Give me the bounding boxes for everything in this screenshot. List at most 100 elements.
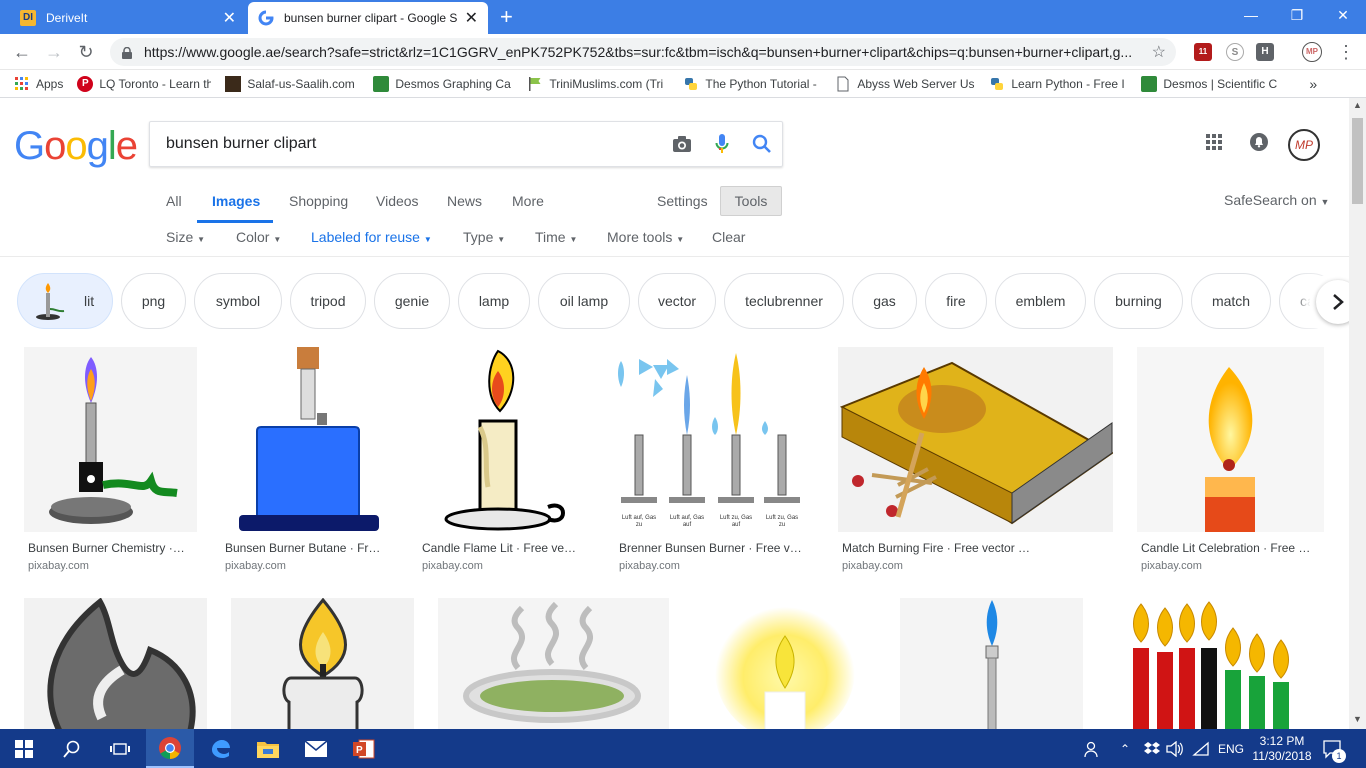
result-image[interactable] [1137,347,1324,532]
bookmark-desmos-graphing[interactable]: Desmos Graphing Ca [373,70,513,98]
scroll-up-icon[interactable]: ▲ [1352,100,1363,112]
chip-burning[interactable]: burning [1094,273,1183,329]
result-row2-glow-candle[interactable] [693,598,877,729]
file-explorer-icon[interactable] [244,729,292,768]
result-source[interactable]: pixabay.com [28,560,89,572]
bookmark-abyss[interactable]: Abyss Web Server Us [835,70,975,98]
address-bar[interactable]: https://www.google.ae/search?safe=strict… [110,38,1176,66]
scroll-down-icon[interactable]: ▼ [1352,714,1363,726]
result-caption[interactable]: Candle Flame Lit · Free ve… [422,541,590,555]
tab-deriveit[interactable]: DI DeriveIt ✕ [10,2,246,34]
result-caption[interactable]: Brenner Bunsen Burner · Free v… [619,541,813,555]
result-row2-cauldron[interactable] [438,598,670,729]
result-candle-lit[interactable]: Candle Lit Celebration · Free … pixabay.… [1137,347,1325,577]
close-tab-icon[interactable]: ✕ [223,8,236,28]
edge-taskbar-icon[interactable] [196,729,244,768]
bookmark-apps[interactable]: Apps [14,70,63,98]
bookmark-desmos-scientific[interactable]: Desmos | Scientific C [1141,70,1279,98]
result-source[interactable]: pixabay.com [422,560,483,572]
filter-size[interactable]: Size ▼ [166,229,205,245]
minimize-icon[interactable]: — [1228,4,1274,26]
camera-icon[interactable] [662,124,702,164]
forward-icon[interactable]: → [42,40,66,64]
result-bunsen-chemistry[interactable]: Bunsen Burner Chemistry ·… pixabay.com [24,347,198,577]
chip-symbol[interactable]: symbol [194,273,282,329]
chip-match[interactable]: match [1191,273,1271,329]
search-icon[interactable] [48,729,96,768]
dropbox-icon[interactable] [1144,729,1160,768]
chip-oil-lamp[interactable]: oil lamp [538,273,630,329]
show-hidden-icons-icon[interactable]: ⌃ [1120,729,1130,768]
result-caption[interactable]: Match Burning Fire · Free vector … [842,541,1112,555]
search-icon[interactable] [742,124,782,164]
chip-lamp[interactable]: lamp [458,273,530,329]
chip-tripod[interactable]: tripod [290,273,366,329]
result-source[interactable]: pixabay.com [225,560,286,572]
result-image[interactable] [900,598,1083,729]
chip-gas[interactable]: gas [852,273,917,329]
back-icon[interactable]: ← [10,40,34,64]
result-bunsen-butane[interactable]: Bunsen Burner Butane · Fr… pixabay.com [221,347,395,577]
chrome-taskbar-icon[interactable] [146,729,194,768]
tab-all[interactable]: All [166,193,182,209]
tab-more[interactable]: More [512,193,544,209]
clock[interactable]: 3:12 PM 11/30/2018 [1252,729,1312,768]
people-icon[interactable] [1084,729,1102,768]
safesearch-toggle[interactable]: SafeSearch on ▼ [1224,192,1329,208]
notifications-icon[interactable] [1248,131,1272,155]
result-candle-flame[interactable]: Candle Flame Lit · Free ve… pixabay.com [418,347,592,577]
skype-icon[interactable]: S [1226,43,1244,61]
tab-shopping[interactable]: Shopping [289,193,348,209]
bookmark-python-tutorial[interactable]: The Python Tutorial - [683,70,821,98]
search-input[interactable]: bunsen burner clipart [149,121,783,167]
result-match-burning[interactable]: Match Burning Fire · Free vector … pixab… [838,347,1114,577]
chip-fire[interactable]: fire [925,273,987,329]
windows-start-icon[interactable] [0,729,48,768]
powerpoint-icon[interactable]: P [340,729,388,768]
result-source[interactable]: pixabay.com [842,560,903,572]
close-tab-icon[interactable]: ✕ [465,8,478,28]
result-source[interactable]: pixabay.com [1141,560,1202,572]
microphone-icon[interactable] [702,124,742,164]
chip-emblem[interactable]: emblem [995,273,1086,329]
result-image[interactable] [1107,598,1324,729]
filter-more-tools[interactable]: More tools ▼ [607,229,684,245]
profile-avatar-icon[interactable]: MP [1302,42,1322,62]
result-image[interactable] [838,347,1113,532]
result-brenner-bunsen[interactable]: Luft auf, Gas zu Luft auf, Gas auf Luft … [615,347,815,577]
task-view-icon[interactable] [96,729,144,768]
extension-badge-icon[interactable]: 11 [1194,43,1212,61]
result-row2-kwanzaa-candles[interactable] [1107,598,1325,729]
tab-news[interactable]: News [447,193,482,209]
result-row2-candle[interactable] [231,598,415,729]
filter-type[interactable]: Type ▼ [463,229,505,245]
result-caption[interactable]: Candle Lit Celebration · Free … [1141,541,1323,555]
tools-button[interactable]: Tools [720,186,782,216]
language-indicator[interactable]: ENG [1218,729,1244,768]
apps-grid-icon[interactable] [1203,131,1227,155]
result-image[interactable] [221,347,394,532]
bookmark-star-icon[interactable]: ☆ [1152,42,1166,62]
result-image[interactable] [231,598,414,729]
chip-vector[interactable]: vector [638,273,716,329]
bookmark-learn-python[interactable]: Learn Python - Free I [989,70,1127,98]
window-close-icon[interactable]: ✕ [1320,4,1366,26]
bookmark-trinimuslims[interactable]: TriniMuslims.com (Tri [527,70,669,98]
filter-clear[interactable]: Clear [712,229,745,245]
account-avatar[interactable]: MP [1288,129,1320,161]
result-caption[interactable]: Bunsen Burner Butane · Fr… [225,541,393,555]
mail-icon[interactable] [292,729,340,768]
bookmarks-overflow-icon[interactable]: » [1309,70,1317,98]
menu-kebab-icon[interactable]: ⋮ [1334,40,1358,64]
scrollbar-thumb[interactable] [1352,118,1363,204]
tab-videos[interactable]: Videos [376,193,419,209]
chip-teclubrenner[interactable]: teclubrenner [724,273,844,329]
restore-icon[interactable]: ❐ [1274,4,1320,26]
result-image[interactable] [693,598,876,729]
chip-genie[interactable]: genie [374,273,450,329]
result-image[interactable] [418,347,591,532]
filter-color[interactable]: Color ▼ [236,229,281,245]
result-caption[interactable]: Bunsen Burner Chemistry ·… [28,541,196,555]
filter-usage-rights[interactable]: Labeled for reuse ▼ [311,229,432,245]
result-source[interactable]: pixabay.com [619,560,680,572]
